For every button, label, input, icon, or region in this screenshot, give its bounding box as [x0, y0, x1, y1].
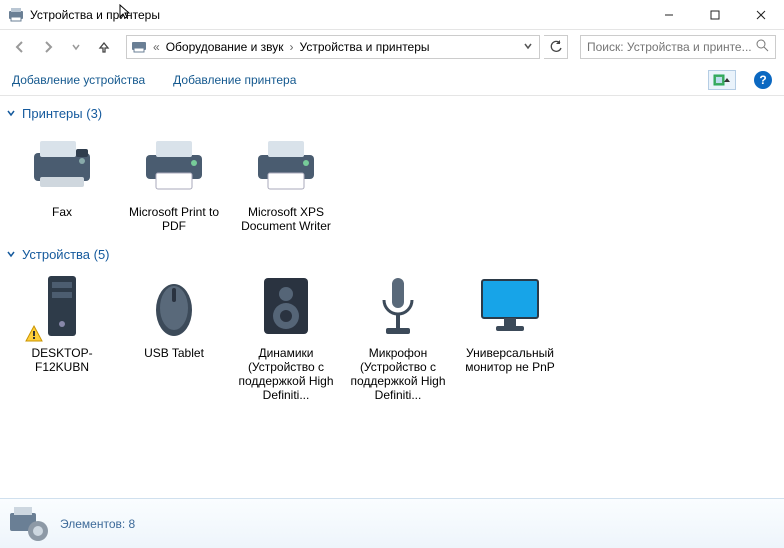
- speaker-icon: [250, 270, 322, 342]
- chevron-down-icon: [6, 247, 16, 262]
- device-item-desktop[interactable]: DESKTOP-F12KUBN: [8, 270, 116, 402]
- group-header-printers[interactable]: Принтеры (3): [6, 106, 778, 121]
- microphone-icon: [362, 270, 434, 342]
- printers-grid: Fax Microsoft Print to PDF Microsoft XPS…: [6, 125, 778, 241]
- search-input[interactable]: [587, 40, 752, 54]
- device-item-xps[interactable]: Microsoft XPS Document Writer: [232, 129, 340, 233]
- fax-icon: [26, 129, 98, 201]
- group-header-devices[interactable]: Устройства (5): [6, 247, 778, 262]
- device-item-usb-tablet[interactable]: USB Tablet: [120, 270, 228, 402]
- recent-locations-button[interactable]: [64, 35, 88, 59]
- search-box[interactable]: [580, 35, 776, 59]
- computer-tower-icon: [26, 270, 98, 342]
- chevron-down-icon: [6, 106, 16, 121]
- command-bar: Добавление устройства Добавление принтер…: [0, 64, 784, 96]
- device-item-speakers[interactable]: Динамики (Устройство с поддержкой High D…: [232, 270, 340, 402]
- warning-badge-icon: [24, 324, 44, 344]
- device-label: Микрофон (Устройство с поддержкой High D…: [344, 346, 452, 402]
- breadcrumb-part[interactable]: Оборудование и звук: [166, 40, 284, 54]
- device-label: Fax: [8, 205, 116, 219]
- view-options-button[interactable]: [708, 70, 736, 90]
- address-dropdown-icon[interactable]: [521, 40, 535, 54]
- devices-grid: DESKTOP-F12KUBN USB Tablet Динамики (Уст…: [6, 266, 778, 410]
- mouse-icon: [138, 270, 210, 342]
- printer-icon: [250, 129, 322, 201]
- device-item-fax[interactable]: Fax: [8, 129, 116, 233]
- group-title: Устройства (5): [22, 247, 110, 262]
- minimize-button[interactable]: [646, 0, 692, 30]
- location-icon: [131, 38, 147, 57]
- close-button[interactable]: [738, 0, 784, 30]
- breadcrumb-part[interactable]: Устройства и принтеры: [300, 40, 430, 54]
- devices-printers-icon: [8, 7, 24, 23]
- chevron-right-icon: ›: [288, 40, 296, 54]
- add-device-button[interactable]: Добавление устройства: [12, 73, 145, 87]
- search-icon: [756, 39, 769, 55]
- monitor-icon: [474, 270, 546, 342]
- address-bar[interactable]: « Оборудование и звук › Устройства и при…: [126, 35, 540, 59]
- device-item-monitor[interactable]: Универсальный монитор не PnP: [456, 270, 564, 402]
- up-button[interactable]: [92, 35, 116, 59]
- device-label: USB Tablet: [120, 346, 228, 360]
- refresh-button[interactable]: [544, 35, 568, 59]
- navigation-bar: « Оборудование и звук › Устройства и при…: [0, 30, 784, 64]
- add-printer-button[interactable]: Добавление принтера: [173, 73, 296, 87]
- maximize-button[interactable]: [692, 0, 738, 30]
- device-label: Универсальный монитор не PnP: [456, 346, 564, 374]
- content-area: Принтеры (3) Fax Microsoft Print to PDF …: [0, 96, 784, 498]
- status-text: Элементов: 8: [60, 517, 135, 531]
- forward-button[interactable]: [36, 35, 60, 59]
- help-button[interactable]: ?: [754, 71, 772, 89]
- device-label: Microsoft XPS Document Writer: [232, 205, 340, 233]
- device-label: DESKTOP-F12KUBN: [8, 346, 116, 374]
- printer-icon: [138, 129, 210, 201]
- device-label: Динамики (Устройство с поддержкой High D…: [232, 346, 340, 402]
- device-label: Microsoft Print to PDF: [120, 205, 228, 233]
- back-button[interactable]: [8, 35, 32, 59]
- device-item-microphone[interactable]: Микрофон (Устройство с поддержкой High D…: [344, 270, 452, 402]
- devices-status-icon: [8, 505, 50, 543]
- device-item-print-pdf[interactable]: Microsoft Print to PDF: [120, 129, 228, 233]
- group-title: Принтеры (3): [22, 106, 102, 121]
- status-bar: Элементов: 8: [0, 498, 784, 548]
- cursor-icon: [118, 4, 134, 20]
- chevron-left-icon: «: [151, 40, 162, 54]
